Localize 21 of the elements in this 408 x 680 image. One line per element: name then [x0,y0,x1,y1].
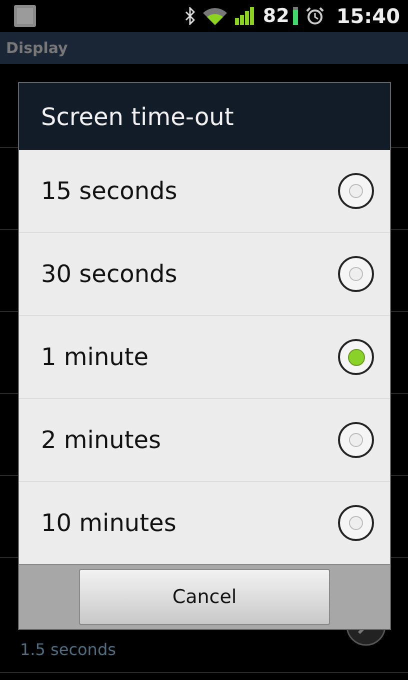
setting-subtitle: 1.5 seconds [20,640,116,659]
cancel-button[interactable]: Cancel [79,569,330,625]
option-row[interactable]: 1 minute [19,316,390,399]
radio-button[interactable] [338,339,374,375]
radio-button[interactable] [338,256,374,292]
option-row[interactable]: 15 seconds [19,150,390,233]
radio-button[interactable] [338,505,374,541]
alarm-clock-icon [306,7,324,25]
dialog-title: Screen time-out [41,102,234,130]
battery-level: 82 [262,5,290,27]
option-row[interactable]: 30 seconds [19,233,390,316]
clock-time: 15:40 [336,4,400,28]
wifi-icon [202,7,227,25]
signal-icon [234,7,255,25]
bluetooth-icon [184,7,195,25]
option-row[interactable]: 2 minutes [19,399,390,482]
option-row[interactable]: 10 minutes [19,482,390,564]
radio-button[interactable] [338,422,374,458]
screen-title: Display [6,39,68,57]
battery-icon [293,7,298,25]
radio-button[interactable] [338,173,374,209]
